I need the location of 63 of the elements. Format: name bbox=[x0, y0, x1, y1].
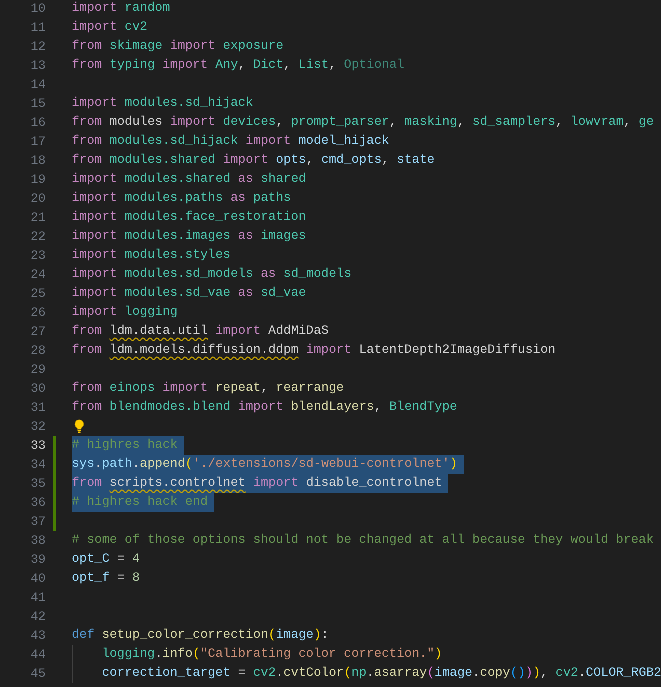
code-line: import random bbox=[72, 0, 172, 17]
line-number: 34 bbox=[30, 458, 46, 472]
line-number: 42 bbox=[30, 610, 46, 624]
code-line: import cv2 bbox=[72, 19, 149, 36]
line-number: 28 bbox=[30, 344, 46, 358]
code-line: import modules.face_restoration bbox=[72, 209, 308, 226]
line-number: 27 bbox=[30, 324, 46, 338]
code-line: opt_f = 8 bbox=[72, 570, 142, 587]
line-number: 15 bbox=[30, 96, 46, 110]
code-line: import modules.sd_models as sd_models bbox=[72, 266, 353, 283]
line-number: 12 bbox=[30, 40, 46, 54]
code-line: logging.info("Calibrating color correction.") bbox=[102, 646, 444, 663]
line-number: 41 bbox=[30, 590, 46, 604]
code-line: from skimage import exposure bbox=[72, 38, 285, 55]
code-line: from blendmodes.blend import blendLayers, BlendType bbox=[72, 399, 458, 416]
line-number: 30 bbox=[30, 382, 46, 396]
line-number: 35 bbox=[30, 476, 46, 490]
line-number: 44 bbox=[30, 648, 46, 662]
line-number: 10 bbox=[30, 2, 46, 16]
code-line: import logging bbox=[72, 304, 179, 321]
code-line: # some of those options should not be changed at all because they would break bbox=[72, 532, 655, 549]
code-line: from ldm.data.util import AddMiDaS bbox=[72, 323, 330, 340]
line-number: 16 bbox=[30, 116, 46, 130]
line-number: 33 bbox=[30, 438, 46, 452]
line-number: 14 bbox=[30, 78, 46, 92]
line-number: 23 bbox=[30, 248, 46, 262]
code-line: import modules.sd_hijack bbox=[72, 95, 254, 112]
code-line: from modules.sd_hijack import model_hijack bbox=[72, 133, 390, 150]
line-number: 17 bbox=[30, 134, 46, 148]
line-number: 31 bbox=[30, 400, 46, 414]
code-line: from typing import Any, Dict, List, Optional bbox=[72, 57, 406, 74]
code-line: from ldm.models.diffusion.ddpm import LatentDepth2ImageDiffusion bbox=[72, 342, 557, 359]
code-line: import modules.sd_vae as sd_vae bbox=[72, 285, 308, 302]
line-number: 13 bbox=[30, 58, 46, 72]
code-line: def setup_color_correction(image): bbox=[72, 627, 330, 644]
code-line: from modules import devices, prompt_parser, masking, sd_samplers, lowvram, ge bbox=[72, 114, 656, 131]
code-line: import modules.shared as shared bbox=[72, 171, 308, 188]
code-line: import modules.images as images bbox=[72, 228, 308, 245]
code-line: from modules.shared import opts, cmd_opts, state bbox=[72, 152, 436, 169]
line-number: 43 bbox=[30, 628, 46, 642]
line-number: 22 bbox=[30, 230, 46, 244]
line-number: 32 bbox=[30, 420, 46, 434]
line-number: 45 bbox=[30, 666, 46, 680]
line-number: 39 bbox=[30, 552, 46, 566]
line-number: 11 bbox=[30, 20, 46, 34]
line-number: 38 bbox=[30, 534, 46, 548]
code-line: from einops import repeat, rearrange bbox=[72, 380, 346, 397]
line-number: 29 bbox=[30, 362, 46, 376]
code-line: import modules.paths as paths bbox=[72, 190, 292, 207]
line-number: 36 bbox=[30, 496, 46, 510]
code-line: opt_C = 4 bbox=[72, 551, 142, 568]
code-line: correction_target = cv2.cvtColor(np.asarray(image.copy())), cv2.COLOR_RGB2 bbox=[102, 665, 661, 682]
lightbulb-icon[interactable] bbox=[74, 419, 85, 434]
line-number: 21 bbox=[30, 210, 46, 224]
line-number: 37 bbox=[30, 514, 46, 528]
line-number: 18 bbox=[30, 154, 46, 168]
line-number: 26 bbox=[30, 306, 46, 320]
line-number: 25 bbox=[30, 286, 46, 300]
line-number: 40 bbox=[30, 572, 46, 586]
code-line: import modules.styles bbox=[72, 247, 232, 264]
line-number: 20 bbox=[30, 192, 46, 206]
line-number: 24 bbox=[30, 268, 46, 282]
line-number: 19 bbox=[30, 172, 46, 186]
